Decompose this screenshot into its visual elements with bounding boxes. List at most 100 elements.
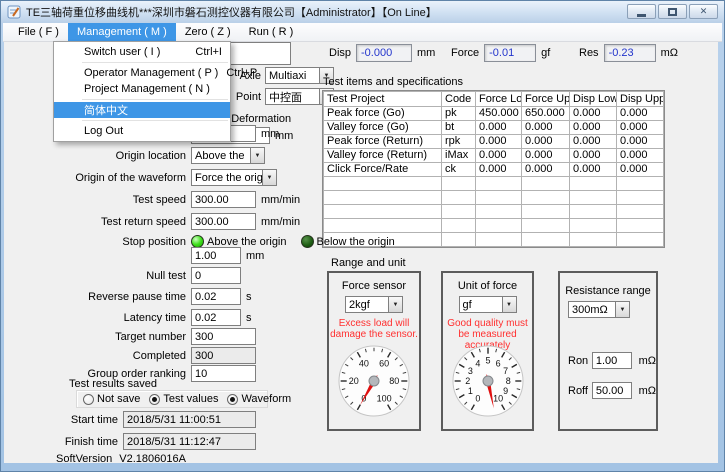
table-header-row: Test ProjectCodeForce LowForce UppDisp L… <box>324 92 664 107</box>
test-return-speed-input[interactable]: 300.00 <box>191 213 256 230</box>
chevron-down-icon[interactable]: ▼ <box>262 169 277 186</box>
unit-of-force-warning: Good quality must be measured accurately <box>443 318 532 341</box>
chevron-down-icon[interactable]: ▼ <box>388 296 403 313</box>
table-cell <box>570 219 617 233</box>
table-row[interactable] <box>324 177 664 191</box>
svg-text:5: 5 <box>485 356 490 366</box>
table-cell <box>617 219 664 233</box>
table-cell <box>476 205 522 219</box>
svg-text:8: 8 <box>505 376 510 386</box>
column-header: Test Project <box>324 92 442 107</box>
res-readout: Res -0.23 mΩ <box>579 44 678 62</box>
reverse-pause-label: Reverse pause time <box>9 291 191 303</box>
table-row[interactable]: Peak force (Return)rpk0.0000.0000.0000.0… <box>324 135 664 149</box>
table-cell <box>324 177 442 191</box>
table-cell <box>617 205 664 219</box>
table-row[interactable]: Valley force (Go)bt0.0000.0000.0000.000 <box>324 121 664 135</box>
force-value: -0.01 <box>484 44 536 62</box>
menu-management[interactable]: Management ( M ) <box>68 23 176 41</box>
chevron-down-icon[interactable]: ▼ <box>615 301 630 318</box>
radio-waveform[interactable]: Waveform <box>227 393 291 405</box>
table-row[interactable] <box>324 205 664 219</box>
menu-item-operator-management[interactable]: Operator Management ( P ) Ctrl+P <box>54 65 230 81</box>
close-icon: ✕ <box>700 7 708 16</box>
table-cell: 0.000 <box>476 121 522 135</box>
svg-text:2: 2 <box>465 376 470 386</box>
radio-icon <box>83 394 94 405</box>
menu-item-log-out[interactable]: Log Out <box>54 123 230 139</box>
table-row[interactable]: Valley force (Return)iMax0.0000.0000.000… <box>324 149 664 163</box>
origin-location-select[interactable]: Above the ▼ <box>191 147 265 164</box>
finish-time-value: 2018/5/31 11:12:47 <box>123 433 256 450</box>
latency-time-label: Latency time <box>9 312 191 324</box>
stop-position-below-option[interactable]: Below the origin <box>301 235 395 248</box>
table-cell <box>442 177 476 191</box>
table-row[interactable]: Peak force (Go)pk450.000650.0000.0000.00… <box>324 107 664 121</box>
table-cell <box>570 233 617 247</box>
reverse-pause-input[interactable]: 0.02 <box>191 288 241 305</box>
disp-label: Disp <box>329 47 351 59</box>
chevron-down-icon[interactable]: ▼ <box>250 147 265 164</box>
radio-not-save[interactable]: Not save <box>83 393 140 405</box>
led-off-icon <box>301 235 314 248</box>
table-cell <box>476 191 522 205</box>
res-unit: mΩ <box>661 47 678 59</box>
overshoot-input[interactable]: 1.00 <box>191 247 241 264</box>
roff-input[interactable]: 50.00 <box>592 382 632 399</box>
menu-zero[interactable]: Zero ( Z ) <box>176 23 240 41</box>
management-menu-dropdown: Switch user ( I ) Ctrl+I Operator Manage… <box>53 41 231 142</box>
app-icon <box>7 5 21 19</box>
table-cell: 0.000 <box>522 121 570 135</box>
test-speed-input[interactable]: 300.00 <box>191 191 256 208</box>
null-test-row: Null test 0 <box>9 267 241 284</box>
column-header: Force Low <box>476 92 522 107</box>
menu-item-switch-user[interactable]: Switch user ( I ) Ctrl+I <box>54 44 230 60</box>
table-cell: pk <box>442 107 476 121</box>
close-button[interactable]: ✕ <box>689 4 718 19</box>
origin-location-label: Origin location <box>9 150 191 162</box>
force-sensor-warning: Excess load will damage the sensor. <box>329 318 419 341</box>
svg-text:3: 3 <box>467 366 472 376</box>
target-number-input[interactable]: 300 <box>191 328 256 345</box>
ron-input[interactable]: 1.00 <box>592 352 632 369</box>
null-test-input[interactable]: 0 <box>191 267 241 284</box>
completed-label: Completed <box>9 350 191 362</box>
table-cell: 0.000 <box>617 121 664 135</box>
table-cell: 0.000 <box>570 121 617 135</box>
table-row[interactable]: Click Force/Rateck0.0000.0000.0000.000 <box>324 163 664 177</box>
disp-value: -0.000 <box>356 44 412 62</box>
chevron-down-icon[interactable]: ▼ <box>502 296 517 313</box>
group-ranking-input[interactable]: 10 <box>191 365 256 382</box>
table-cell <box>522 177 570 191</box>
origin-waveform-select[interactable]: Force the origin ▼ <box>191 169 277 186</box>
finish-time-label: Finish time <box>9 436 123 448</box>
origin-location-row: Origin location Above the ▼ <box>9 147 265 164</box>
table-cell: 0.000 <box>617 107 664 121</box>
test-return-speed-row: Test return speed 300.00 mm/min <box>9 213 300 230</box>
menu-separator <box>82 62 228 63</box>
radio-test-values[interactable]: Test values <box>149 393 218 405</box>
table-cell: 0.000 <box>570 135 617 149</box>
resistance-title: Resistance range <box>560 285 656 297</box>
latency-time-input[interactable]: 0.02 <box>191 309 241 326</box>
table-cell: 650.000 <box>522 107 570 121</box>
results-saved-label: Test results saved <box>69 378 157 390</box>
resistance-select[interactable]: 300mΩ ▼ <box>568 301 630 318</box>
minimize-icon <box>637 14 646 17</box>
roff-row: Roff 50.00 mΩ <box>568 382 656 399</box>
force-sensor-title: Force sensor <box>329 280 419 292</box>
table-cell: Peak force (Return) <box>324 135 442 149</box>
table-cell <box>570 191 617 205</box>
force-sensor-select[interactable]: 2kgf ▼ <box>345 296 403 313</box>
table-row[interactable] <box>324 219 664 233</box>
menu-file[interactable]: File ( F ) <box>9 23 68 41</box>
unit-of-force-select[interactable]: gf ▼ <box>459 296 517 313</box>
table-cell <box>442 219 476 233</box>
menu-item-simplified-chinese[interactable]: 简体中文 <box>54 102 230 118</box>
minimize-button[interactable] <box>627 4 656 19</box>
menu-run[interactable]: Run ( R ) <box>240 23 303 41</box>
table-row[interactable] <box>324 191 664 205</box>
maximize-button[interactable] <box>658 4 687 19</box>
menu-item-project-management[interactable]: Project Management ( N ) <box>54 81 230 97</box>
table-cell <box>617 177 664 191</box>
